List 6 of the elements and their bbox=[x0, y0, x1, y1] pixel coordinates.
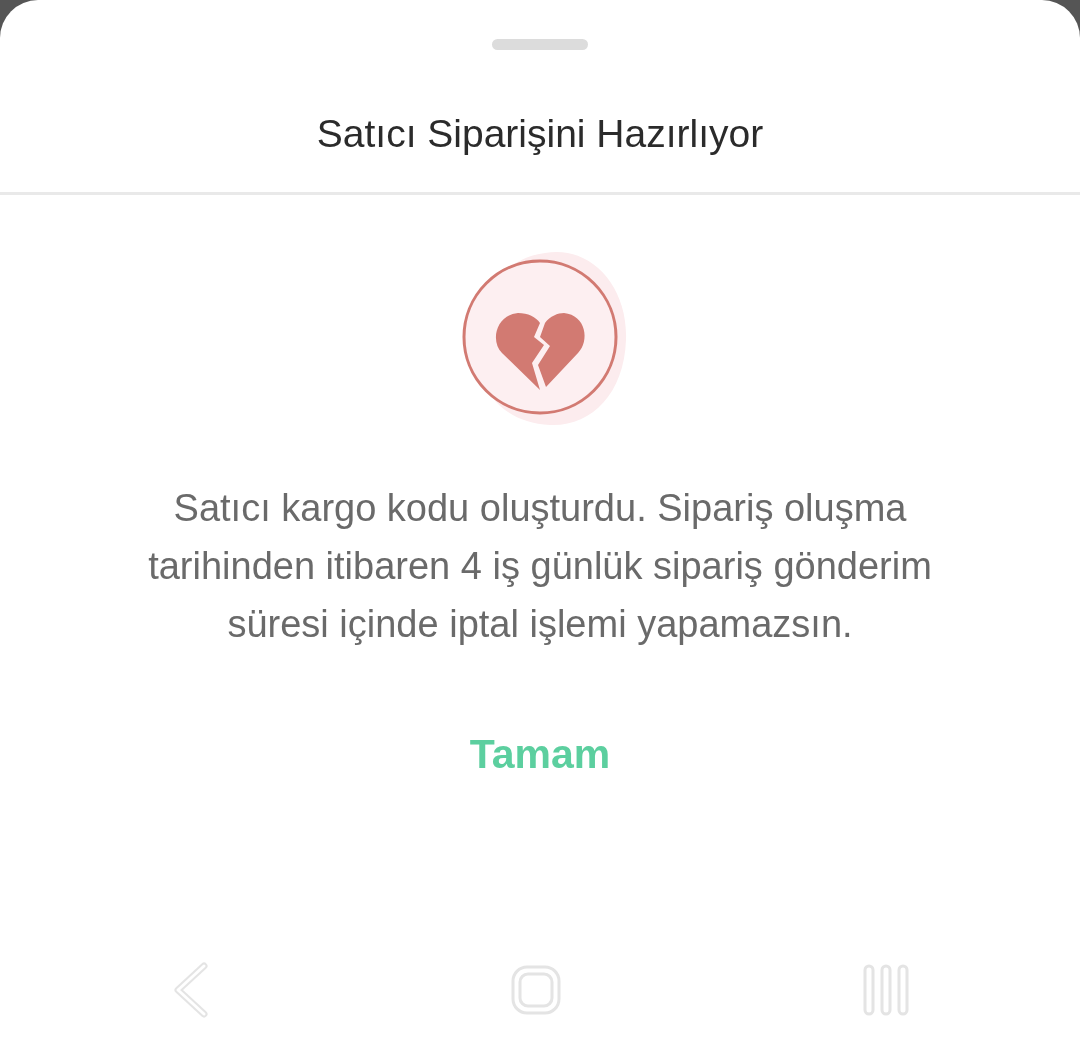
ok-button[interactable]: Tamam bbox=[449, 723, 631, 786]
sheet-title: Satıcı Siparişini Hazırlıyor bbox=[316, 111, 764, 157]
home-icon[interactable] bbox=[510, 964, 562, 1016]
recents-icon[interactable] bbox=[862, 964, 910, 1016]
message-text: Satıcı kargo kodu oluşturdu. Sipariş oluşma tarihinden itibaren 4 iş günlük sipariş gönderim süresi içinde iptal işlemi yapamazsın. bbox=[147, 486, 933, 647]
drag-handle[interactable] bbox=[492, 39, 588, 50]
